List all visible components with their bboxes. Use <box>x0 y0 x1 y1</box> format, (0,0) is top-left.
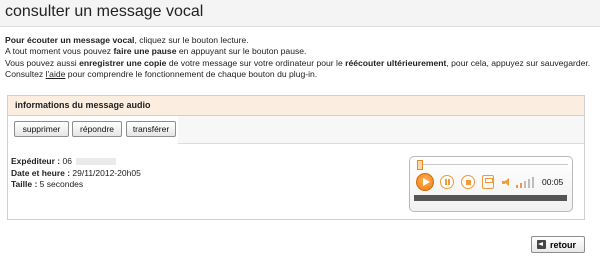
volume-bar <box>532 177 534 188</box>
toolbar-filler <box>178 116 584 144</box>
audio-player: 00:05 <box>409 156 573 212</box>
action-toolbar: supprimer répondre transférer <box>8 116 179 143</box>
panel-title: informations du message audio <box>15 100 151 110</box>
size-value: 5 secondes <box>39 179 84 189</box>
volume-bar <box>528 179 530 188</box>
size-row: Taille : 5 secondes <box>11 179 84 189</box>
panel-header: informations du message audio <box>8 96 584 116</box>
reply-button[interactable]: répondre <box>72 121 122 137</box>
back-button[interactable]: retour <box>531 236 585 253</box>
volume-slider[interactable] <box>516 177 536 188</box>
message-panel: informations du message audio supprimer … <box>7 95 585 220</box>
forward-button[interactable]: transférer <box>126 121 176 137</box>
sender-value: 06 <box>62 156 72 166</box>
sender-row: Expéditeur : 06 <box>11 156 141 168</box>
intro-line-1: Pour écouter un message vocal, cliquez s… <box>5 35 249 45</box>
speaker-icon[interactable] <box>502 178 512 187</box>
help-link[interactable]: l'aide <box>46 69 66 79</box>
waveform-bar <box>414 195 567 201</box>
back-arrow-icon <box>537 240 546 249</box>
save-icon[interactable] <box>482 175 494 189</box>
volume-bar <box>516 185 518 188</box>
volume-bar <box>520 183 522 188</box>
title-bar: consulter un message vocal <box>0 0 600 27</box>
date-row: Date et heure : 29/11/2012-20h05 <box>11 167 141 178</box>
volume-bar <box>524 181 526 188</box>
stop-icon[interactable] <box>461 175 475 189</box>
pause-icon[interactable] <box>440 175 454 189</box>
intro-line-4: Consultez l'aide pour comprendre le fonc… <box>5 69 318 80</box>
delete-button[interactable]: supprimer <box>14 121 69 137</box>
message-info: Expéditeur : 06 Date et heure : 29/11/20… <box>11 156 141 191</box>
intro-line-2: A tout moment vous pouvez faire une paus… <box>5 46 307 57</box>
back-label: retour <box>550 240 577 250</box>
page-title: consulter un message vocal <box>5 3 204 20</box>
date-value: 29/11/2012-20h05 <box>72 167 141 178</box>
seek-track[interactable] <box>418 164 568 165</box>
seek-thumb[interactable] <box>417 160 423 170</box>
play-icon[interactable] <box>416 173 434 191</box>
intro-line-3: Vous pouvez aussi enregistrer une copie … <box>5 57 591 68</box>
time-display: 00:05 <box>542 177 564 187</box>
intro-text: Pour écouter un message vocal, cliquez s… <box>5 35 595 81</box>
masked-number <box>75 158 116 166</box>
